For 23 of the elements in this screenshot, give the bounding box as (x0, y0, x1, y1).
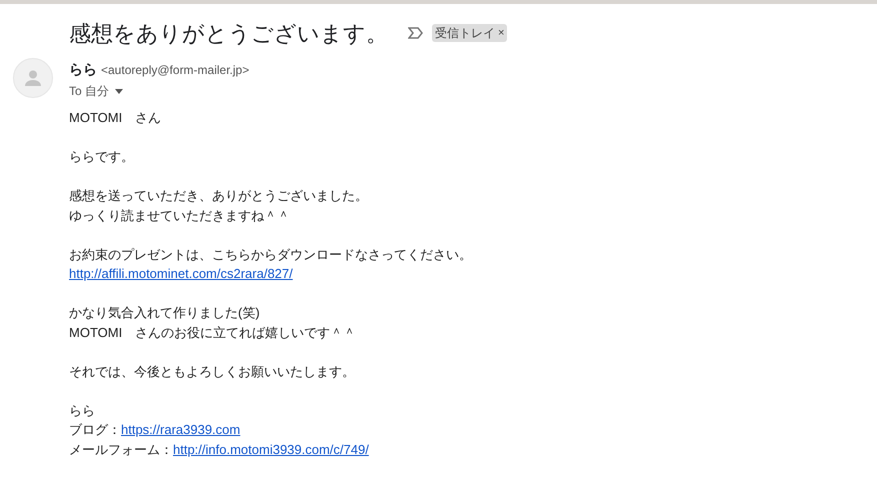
link[interactable]: https://rara3939.com (121, 420, 240, 440)
link[interactable]: http://info.motomi3939.com/c/749/ (173, 440, 369, 459)
body-text: それでは、今後ともよろしくお願いいたします。 (69, 362, 355, 380)
inbox-label[interactable]: 受信トレイ × (432, 24, 508, 42)
sender-name: らら (69, 60, 97, 79)
body-text: かなり気合入れて作りました(笑) (69, 304, 260, 322)
person-icon (24, 69, 42, 87)
link-label: メールフォーム： (69, 440, 173, 458)
body-text: MOTOMI さんのお役に立てれば嬉しいです＾＾ (69, 324, 356, 342)
body-text: 感想を送っていただき、ありがとうございました。 (69, 187, 368, 205)
link[interactable]: http://affili.motominet.com/cs2rara/827/ (69, 264, 293, 284)
remove-label-button[interactable]: × (498, 24, 504, 42)
body-text: お約束のプレゼントは、こちらからダウンロードなさってください。 (69, 246, 472, 264)
body-text: らら (69, 402, 95, 420)
recipient-text: To 自分 (69, 83, 110, 100)
important-marker-icon[interactable] (408, 27, 424, 39)
body-text: ららです。 (69, 148, 134, 166)
link-label: ブログ： (69, 421, 121, 439)
email-subject: 感想をありがとうございます。 (69, 20, 388, 48)
body-text: ゆっくり読ませていただきますね＾＾ (69, 206, 290, 224)
body-text: MOTOMI さん (69, 109, 162, 127)
dropdown-caret-icon[interactable] (115, 88, 124, 94)
sender-email: <autoreply@form-mailer.jp> (101, 62, 250, 79)
